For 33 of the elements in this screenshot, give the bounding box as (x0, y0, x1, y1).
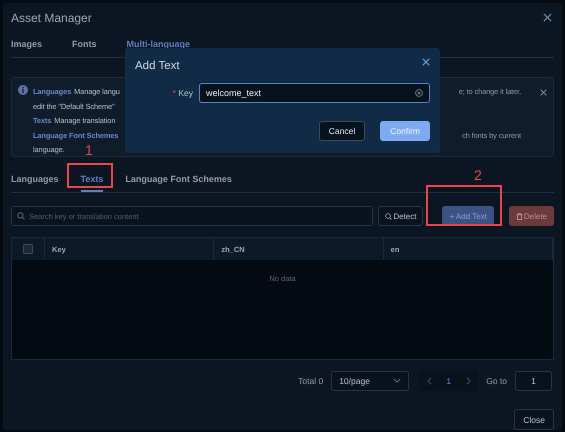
key-field[interactable]: welcome_text (199, 83, 430, 103)
search-icon (385, 212, 392, 220)
total-count: Total 0 (298, 376, 324, 386)
annotation-number: 1 (85, 143, 93, 157)
field-label: * Key (172, 88, 193, 98)
prev-page-icon[interactable] (426, 376, 432, 385)
annotation-number: 2 (474, 168, 482, 182)
goto-field[interactable]: 1 (515, 370, 552, 391)
page-size-select[interactable]: 10/page (331, 370, 410, 391)
annotation-box (67, 163, 113, 188)
search-icon (17, 212, 25, 220)
detect-button[interactable]: Detect (378, 206, 424, 226)
goto-label: Go to (486, 376, 507, 386)
checkbox[interactable] (23, 244, 33, 254)
info-icon (18, 85, 28, 96)
close-icon[interactable] (540, 89, 547, 96)
close-icon[interactable] (543, 13, 552, 22)
close-icon[interactable] (422, 58, 430, 66)
tab[interactable]: Texts (80, 174, 104, 192)
delete-button[interactable]: Delete (508, 206, 554, 226)
window-title: Asset Manager (11, 10, 92, 25)
chevron-down-icon (393, 378, 402, 384)
tab[interactable]: Languages (11, 174, 59, 192)
dialog-title: Add Text (135, 60, 180, 72)
next-page-icon[interactable] (466, 376, 471, 385)
page-number[interactable]: 1 (446, 376, 452, 386)
tab[interactable]: Fonts (72, 39, 97, 58)
clear-icon[interactable] (415, 89, 423, 97)
tab[interactable]: Images (11, 39, 42, 58)
tab[interactable]: Language Font Schemes (125, 174, 232, 192)
close-button[interactable]: Close (514, 409, 554, 430)
trash-icon (516, 212, 523, 220)
cancel-button[interactable]: Cancel (318, 121, 366, 141)
